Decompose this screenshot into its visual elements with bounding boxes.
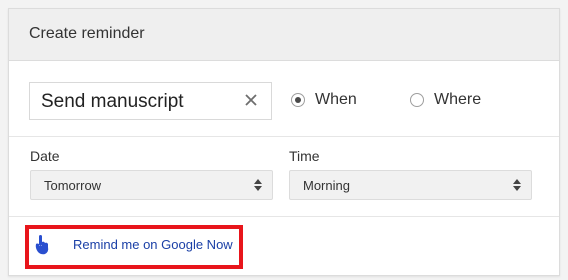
google-now-hand-icon: [35, 235, 49, 255]
date-label: Date: [30, 148, 60, 164]
time-select-value: Morning: [303, 178, 350, 193]
close-icon[interactable]: [242, 91, 260, 109]
google-now-row: Remind me on Google Now: [9, 217, 559, 277]
where-radio-label: Where: [434, 91, 482, 108]
time-label: Time: [289, 148, 320, 164]
google-now-link[interactable]: Remind me on Google Now: [73, 237, 233, 252]
sort-arrows-icon: [254, 179, 262, 191]
date-select-value: Tomorrow: [44, 178, 102, 193]
when-radio[interactable]: When: [291, 91, 361, 113]
time-select[interactable]: Morning: [289, 170, 532, 200]
where-radio-button[interactable]: [410, 93, 424, 107]
reminder-dialog: Create reminder Send manuscript When Whe…: [8, 8, 560, 276]
reminder-name-row: Send manuscript When Where: [9, 61, 559, 137]
date-select[interactable]: Tomorrow: [30, 170, 273, 200]
sort-arrows-icon: [513, 179, 521, 191]
dialog-title: Create reminder: [29, 25, 145, 42]
where-radio[interactable]: Where: [410, 91, 490, 113]
when-radio-button[interactable]: [291, 93, 305, 107]
reminder-name-value: Send manuscript: [41, 91, 184, 112]
radio-selected-dot: [295, 97, 301, 103]
date-time-row: Date Tomorrow Time Morning: [9, 137, 559, 217]
reminder-name-input[interactable]: Send manuscript: [29, 82, 272, 120]
dialog-header: Create reminder: [9, 9, 559, 61]
when-radio-label: When: [315, 91, 357, 108]
